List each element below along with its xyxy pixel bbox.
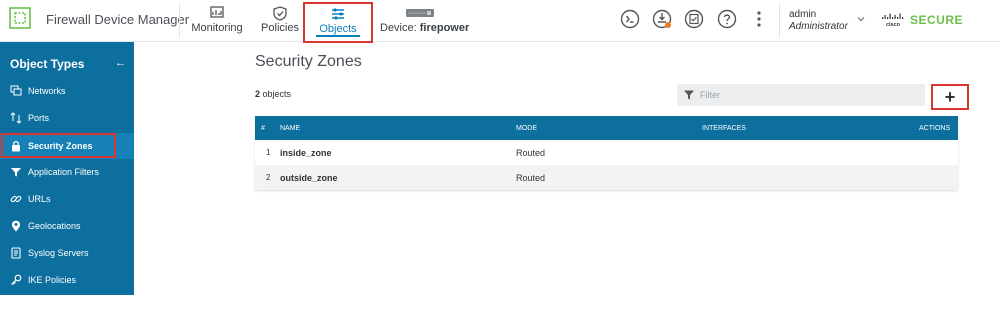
syslog-icon bbox=[11, 247, 21, 259]
link-icon bbox=[10, 195, 22, 203]
application-filter-icon bbox=[11, 168, 21, 177]
active-tab-underline bbox=[316, 35, 360, 37]
column-header-interfaces[interactable]: INTERFACES bbox=[702, 125, 746, 132]
key-icon bbox=[11, 274, 22, 285]
table-row[interactable]: 2 outside_zone Routed bbox=[255, 165, 958, 190]
tab-policies[interactable]: Policies bbox=[258, 2, 302, 38]
user-role: Administrator bbox=[789, 21, 848, 32]
security-zones-highlight-box bbox=[1, 133, 116, 158]
sidebar-item-ike-policies[interactable]: IKE Policies bbox=[0, 267, 134, 293]
tab-objects[interactable]: Objects bbox=[303, 2, 373, 43]
top-bar: Firewall Device Manager Monitoring Polic… bbox=[0, 0, 999, 43]
sidebar-item-label: Application Filters bbox=[28, 167, 100, 177]
sidebar-item-ports[interactable]: Ports bbox=[0, 105, 134, 131]
tab-objects-label: Objects bbox=[319, 23, 357, 35]
tab-monitoring-label: Monitoring bbox=[191, 22, 243, 34]
filter-input[interactable] bbox=[700, 86, 920, 104]
monitoring-icon bbox=[210, 6, 224, 18]
brand-secure: SECURE bbox=[910, 13, 964, 27]
column-header-mode[interactable]: MODE bbox=[516, 125, 537, 132]
column-header-actions: ACTIONS bbox=[919, 125, 951, 132]
sidebar-title: Object Types bbox=[10, 57, 85, 71]
zone-mode: Routed bbox=[516, 148, 546, 158]
tab-monitoring[interactable]: Monitoring bbox=[190, 2, 244, 38]
task-list-icon[interactable] bbox=[684, 9, 704, 29]
help-icon[interactable] bbox=[717, 9, 737, 29]
row-index: 1 bbox=[266, 148, 271, 157]
sidebar-item-geolocations[interactable]: Geolocations bbox=[0, 213, 134, 239]
chevron-down-icon[interactable] bbox=[856, 15, 866, 23]
object-count: 2 objects bbox=[255, 89, 291, 99]
sidebar-item-syslog-servers[interactable]: Syslog Servers bbox=[0, 240, 134, 266]
user-name[interactable]: admin bbox=[789, 9, 816, 20]
header-divider bbox=[779, 4, 780, 38]
object-count-number: 2 bbox=[255, 89, 261, 99]
policies-icon bbox=[273, 6, 287, 21]
more-options-icon[interactable] bbox=[749, 9, 769, 29]
column-header-index[interactable]: # bbox=[261, 125, 265, 132]
object-types-sidebar: Object Types ← Networks Ports Security Z… bbox=[0, 42, 134, 295]
zone-name[interactable]: outside_zone bbox=[280, 173, 338, 183]
nav-divider bbox=[179, 4, 180, 38]
filter-icon bbox=[684, 90, 694, 100]
sidebar-item-label: Syslog Servers bbox=[28, 248, 89, 258]
security-zones-table: # NAME MODE INTERFACES ACTIONS 1 inside_… bbox=[255, 116, 958, 190]
sidebar-item-label: Networks bbox=[28, 86, 66, 96]
sidebar-item-label: Ports bbox=[28, 113, 50, 123]
add-security-zone-button[interactable]: + bbox=[931, 84, 969, 110]
cisco-logo: cisco bbox=[882, 13, 904, 27]
tab-device-label: Device: firepower bbox=[380, 22, 469, 34]
tab-policies-label: Policies bbox=[261, 22, 299, 34]
sidebar-item-application-filters[interactable]: Application Filters bbox=[0, 159, 134, 185]
sidebar-item-label: IKE Policies bbox=[28, 275, 77, 285]
device-name: firepower bbox=[419, 22, 470, 34]
column-header-name[interactable]: NAME bbox=[280, 125, 300, 132]
row-index: 2 bbox=[266, 173, 271, 182]
collapse-sidebar-icon[interactable]: ← bbox=[115, 57, 126, 69]
zone-mode: Routed bbox=[516, 173, 546, 183]
objects-icon bbox=[332, 8, 344, 20]
page-title: Security Zones bbox=[255, 53, 362, 70]
fdm-logo-icon[interactable] bbox=[9, 7, 31, 29]
map-pin-icon bbox=[12, 220, 20, 232]
sidebar-item-label: Geolocations bbox=[28, 221, 81, 231]
cli-console-icon[interactable] bbox=[620, 9, 640, 29]
table-header: # NAME MODE INTERFACES ACTIONS bbox=[255, 116, 958, 140]
plus-icon: + bbox=[944, 87, 956, 107]
app-title: Firewall Device Manager bbox=[46, 12, 190, 27]
tab-device[interactable]: Device: firepower bbox=[380, 2, 469, 38]
device-icon bbox=[406, 9, 434, 17]
ports-icon bbox=[10, 112, 22, 124]
sidebar-item-urls[interactable]: URLs bbox=[0, 186, 134, 212]
network-icon bbox=[10, 85, 22, 96]
deployment-icon[interactable] bbox=[652, 9, 672, 29]
sidebar-item-label: URLs bbox=[28, 194, 51, 204]
cisco-wordmark: cisco bbox=[886, 22, 901, 27]
device-prefix: Device: bbox=[380, 22, 417, 34]
table-row[interactable]: 1 inside_zone Routed bbox=[255, 140, 958, 165]
object-count-suffix: objects bbox=[262, 89, 292, 99]
zone-name[interactable]: inside_zone bbox=[280, 148, 332, 158]
sidebar-item-networks[interactable]: Networks bbox=[0, 78, 134, 104]
